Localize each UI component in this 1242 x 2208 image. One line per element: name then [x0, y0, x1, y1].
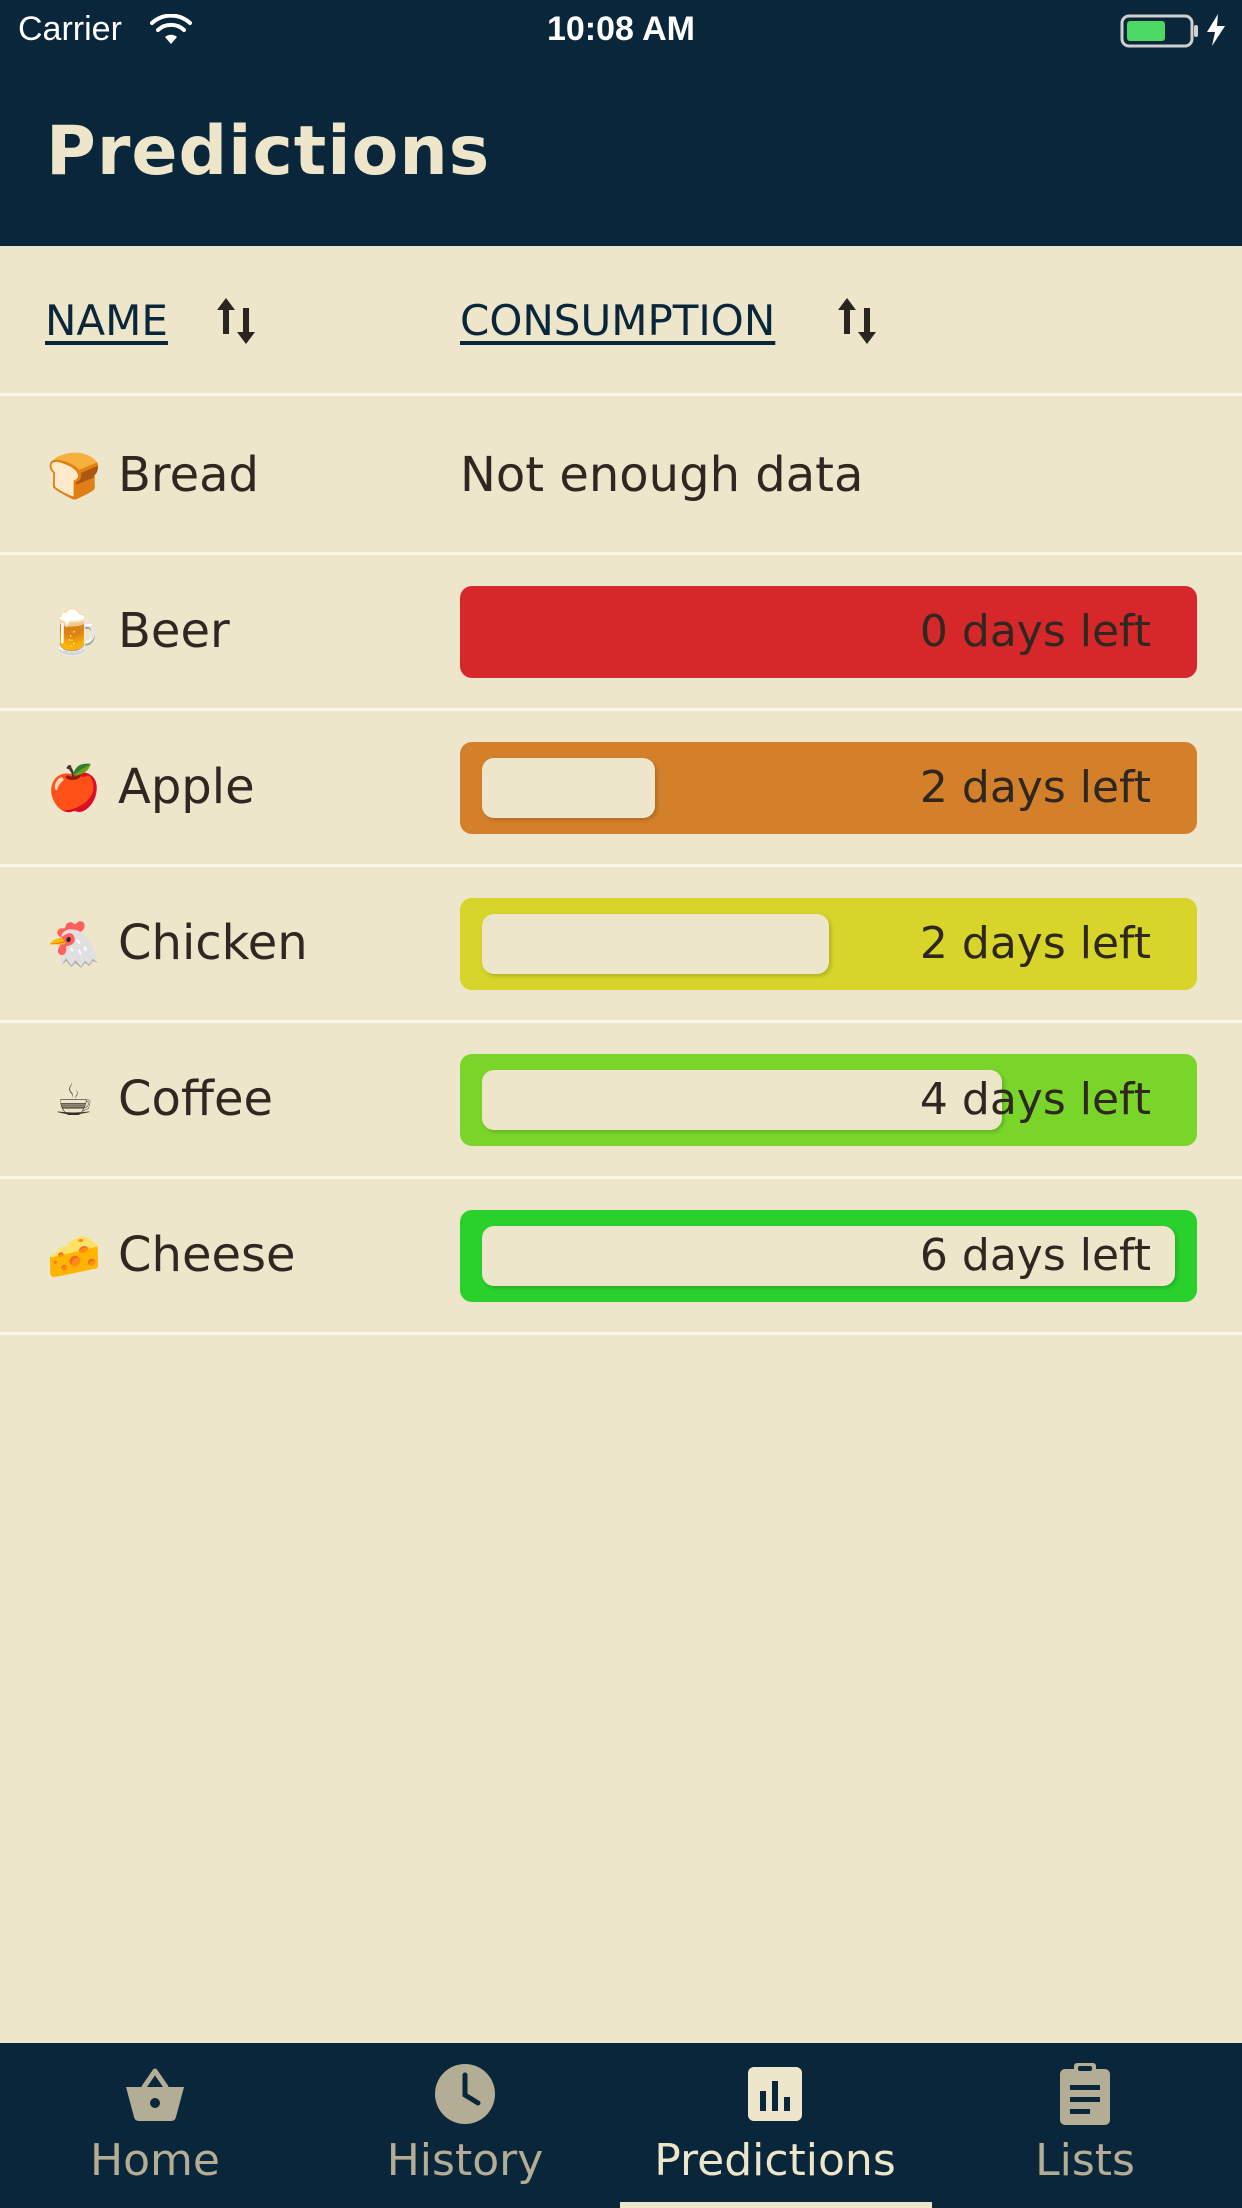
tab-predictions[interactable]: Predictions — [620, 2043, 930, 2208]
tab-bar: Home History Predictions Lists — [0, 2043, 1242, 2208]
status-time: 10:08 AM — [546, 10, 696, 48]
consumption-bar: 2 days left — [460, 742, 1197, 834]
clock-icon — [435, 2064, 495, 2124]
tab-history-label: History — [386, 2135, 544, 2186]
tab-home[interactable]: Home — [0, 2043, 310, 2208]
battery-charging-icon — [1120, 14, 1198, 48]
days-left-label: 2 days left — [919, 762, 1151, 813]
consumption-bar: 4 days left — [460, 1054, 1197, 1146]
prediction-row-coffee[interactable]: ☕ Coffee 4 days left — [0, 1023, 1242, 1179]
consumption-bar-fill — [482, 914, 829, 974]
prediction-row-beer[interactable]: 🍺 Beer 0 days left — [0, 555, 1242, 711]
item-name: Bread — [118, 447, 260, 503]
consumption-bar: 0 days left — [460, 586, 1197, 678]
page-title: Predictions — [46, 112, 491, 191]
days-left-label: 6 days left — [919, 1230, 1151, 1281]
prediction-row-cheese[interactable]: 🧀 Cheese 6 days left — [0, 1179, 1242, 1335]
consumption-status: Not enough data — [460, 447, 864, 503]
apple-icon: 🍎 — [46, 763, 102, 814]
sort-name-icon[interactable] — [212, 292, 260, 350]
status-bar: Carrier 10:08 AM — [0, 0, 1242, 62]
item-name: Cheese — [118, 1227, 296, 1283]
tab-history[interactable]: History — [310, 2043, 620, 2208]
consumption-bar-fill — [482, 758, 655, 818]
days-left-label: 4 days left — [919, 1074, 1151, 1125]
days-left-label: 2 days left — [919, 918, 1151, 969]
bread-icon: 🍞 — [46, 451, 102, 502]
sort-by-name-button[interactable]: NAME — [45, 296, 168, 345]
item-name: Coffee — [118, 1071, 274, 1127]
prediction-row-apple[interactable]: 🍎 Apple 2 days left — [0, 711, 1242, 867]
tab-lists-label: Lists — [1035, 2135, 1135, 2186]
active-tab-indicator — [620, 2202, 932, 2208]
basket-icon — [126, 2068, 184, 2121]
consumption-bar: 2 days left — [460, 898, 1197, 990]
item-name: Beer — [118, 603, 230, 659]
sort-consumption-icon[interactable] — [833, 292, 881, 350]
screen: Carrier 10:08 AM Predictions NAME CONSUM… — [0, 0, 1242, 2208]
prediction-row-chicken[interactable]: 🐔 Chicken 2 days left — [0, 867, 1242, 1023]
prediction-row-bread[interactable]: 🍞 Bread Not enough data — [0, 399, 1242, 555]
cheese-icon: 🧀 — [46, 1231, 102, 1282]
tab-lists[interactable]: Lists — [930, 2043, 1240, 2208]
days-left-label: 0 days left — [919, 606, 1151, 657]
coffee-icon: ☕ — [54, 1075, 94, 1126]
clipboard-icon — [1060, 2063, 1110, 2125]
chicken-icon: 🐔 — [46, 919, 102, 970]
bolt-icon — [1207, 14, 1225, 46]
item-name: Chicken — [118, 915, 308, 971]
item-name: Apple — [118, 759, 255, 815]
bar-chart-icon — [748, 2067, 802, 2121]
column-header: NAME CONSUMPTION — [0, 246, 1242, 396]
sort-by-consumption-button[interactable]: CONSUMPTION — [460, 296, 775, 345]
consumption-bar: 6 days left — [460, 1210, 1197, 1302]
tab-predictions-label: Predictions — [654, 2135, 896, 2186]
app-header: Predictions — [0, 62, 1242, 246]
beer-icon: 🍺 — [46, 607, 102, 658]
tab-home-label: Home — [90, 2135, 220, 2186]
